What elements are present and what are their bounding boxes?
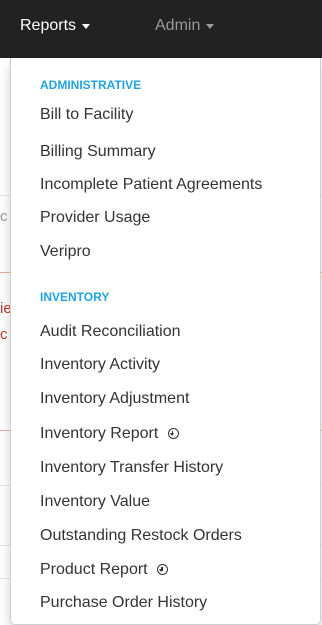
menu-item-label: Inventory Report	[40, 425, 159, 442]
menu-item-provider-usage[interactable]: Provider Usage	[40, 209, 150, 227]
menu-item-inventory-value[interactable]: Inventory Value	[40, 493, 150, 511]
reports-menu-toggle[interactable]: Reports	[20, 0, 91, 52]
menu-item-label: Product Report	[40, 561, 148, 578]
menu-item-purchase-order-history[interactable]: Purchase Order History	[40, 594, 207, 612]
background-text-fragment: c	[0, 208, 8, 225]
admin-menu-toggle[interactable]: Admin	[155, 0, 215, 52]
section-header-administrative: ADMINISTRATIVE	[40, 78, 142, 92]
menu-item-inventory-transfer-history[interactable]: Inventory Transfer History	[40, 459, 223, 477]
download-circle-icon	[157, 564, 169, 575]
download-circle-icon	[167, 428, 179, 439]
menu-item-outstanding-restock-orders[interactable]: Outstanding Restock Orders	[40, 527, 242, 545]
background-text-fragment: c	[0, 326, 8, 343]
top-navbar: Reports Admin	[0, 0, 322, 58]
menu-item-bill-to-facility[interactable]: Bill to Facility	[40, 106, 133, 124]
caret-down-icon	[206, 23, 215, 29]
menu-item-audit-reconciliation[interactable]: Audit Reconciliation	[40, 323, 181, 341]
menu-item-inventory-adjustment[interactable]: Inventory Adjustment	[40, 390, 189, 408]
reports-dropdown-menu: ADMINISTRATIVE Bill to Facility Billing …	[10, 58, 321, 625]
caret-down-icon	[82, 23, 91, 29]
menu-item-inventory-report[interactable]: Inventory Report	[40, 425, 179, 443]
page: c ie c Reports Admin ADMINISTRATIVE Bill…	[0, 0, 322, 625]
reports-menu-label: Reports	[20, 17, 77, 34]
admin-menu-label: Admin	[155, 17, 201, 34]
menu-item-product-report[interactable]: Product Report	[40, 561, 169, 579]
menu-item-incomplete-patient-agreements[interactable]: Incomplete Patient Agreements	[40, 176, 262, 194]
menu-item-inventory-activity[interactable]: Inventory Activity	[40, 356, 160, 374]
menu-item-billing-summary[interactable]: Billing Summary	[40, 143, 156, 161]
section-header-inventory: INVENTORY	[40, 290, 110, 304]
menu-item-veripro[interactable]: Veripro	[40, 243, 91, 261]
